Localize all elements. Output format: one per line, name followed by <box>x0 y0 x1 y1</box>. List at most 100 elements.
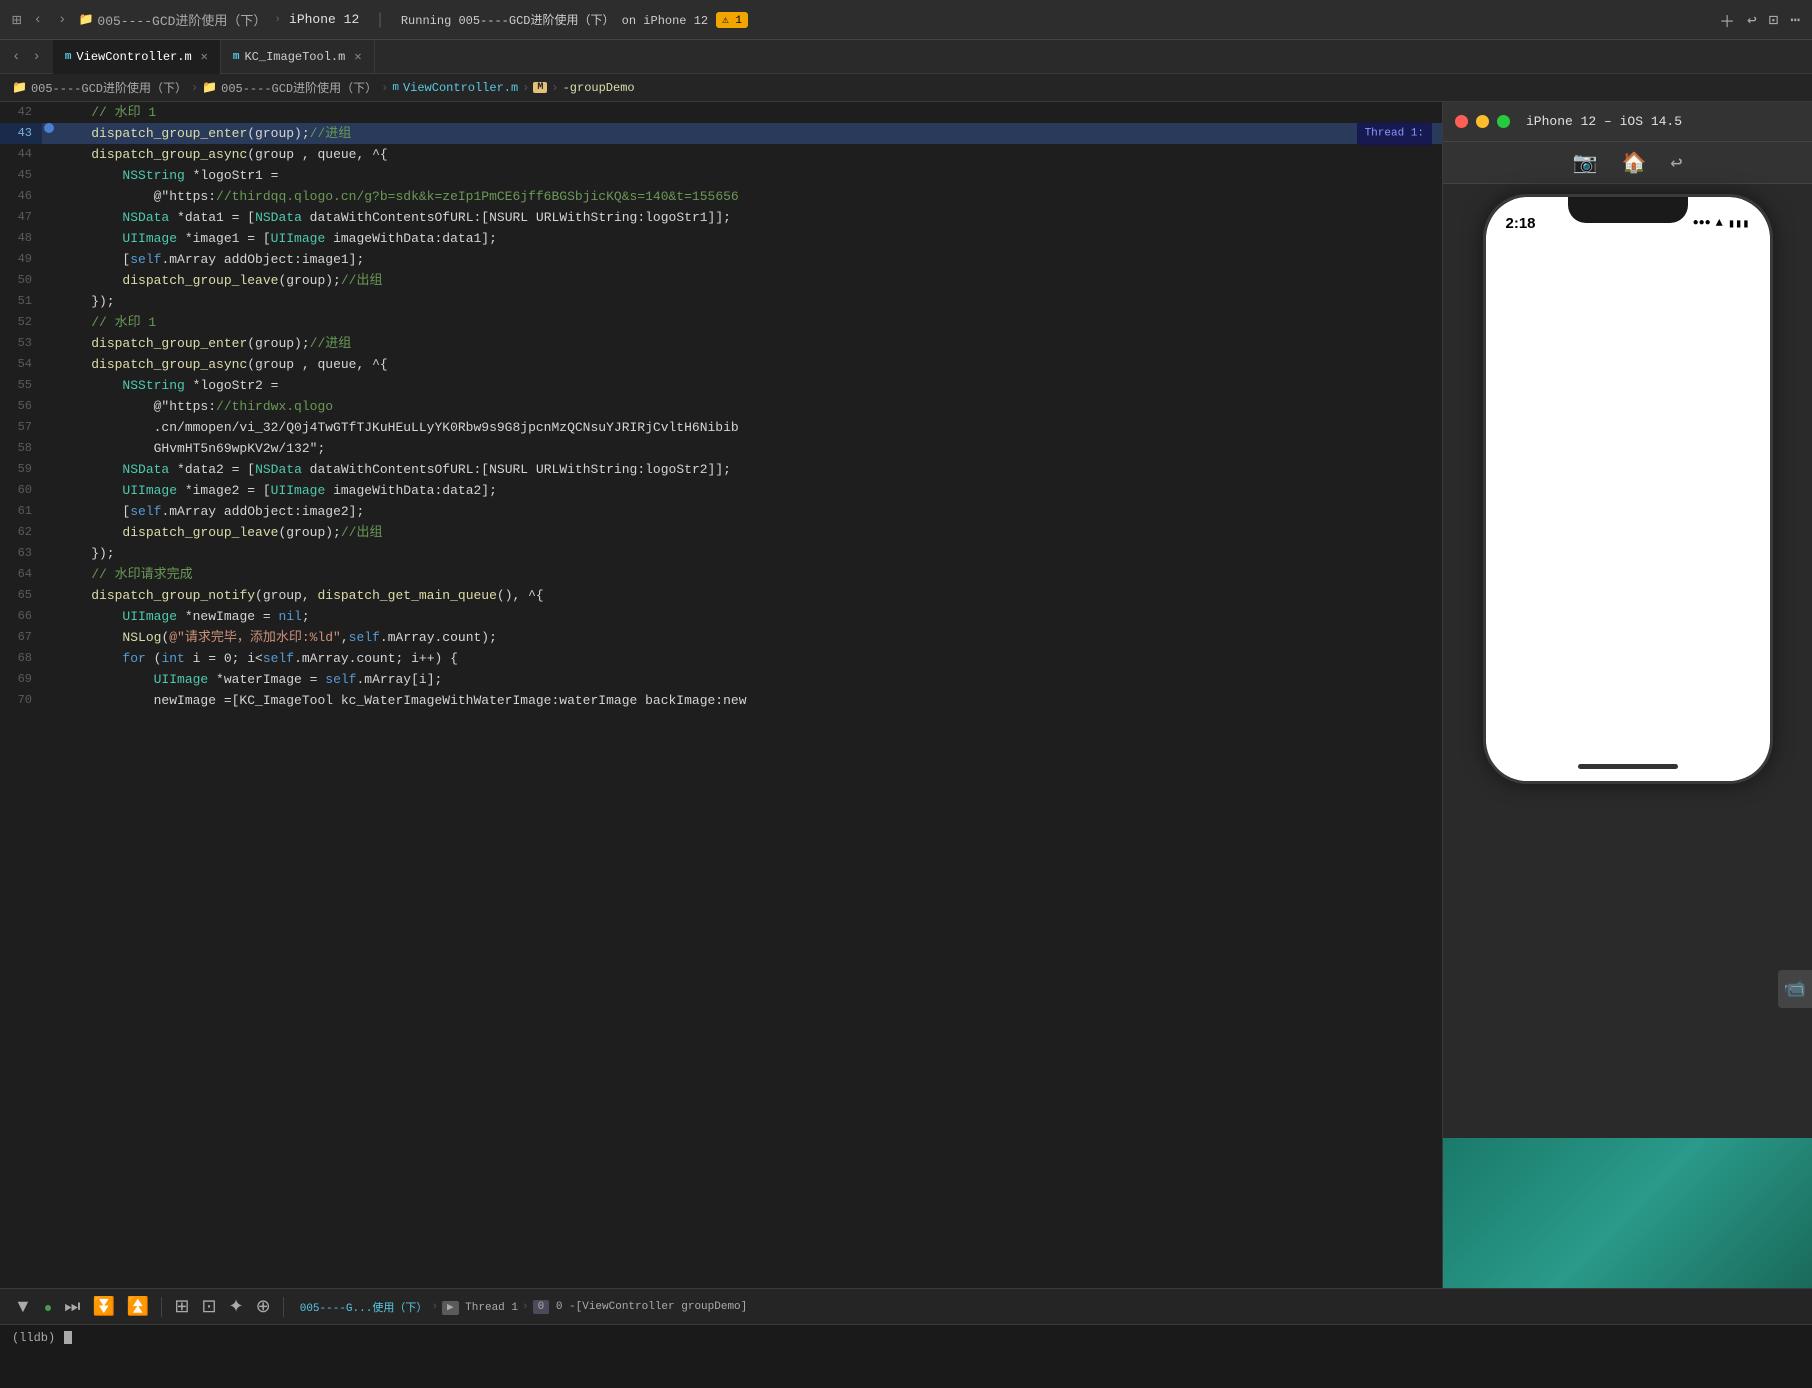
code-line-50[interactable]: 50 dispatch_group_leave(group);//出组 <box>0 270 1442 291</box>
tab-close-1[interactable]: ✕ <box>201 49 208 64</box>
tab-kcimagetool[interactable]: m KC_ImageTool.m ✕ <box>221 40 375 74</box>
line-content-69: UIImage *waterImage = self.mArray[i]; <box>56 669 1442 690</box>
debug-sep-1 <box>161 1297 162 1317</box>
code-line-67[interactable]: 67 NSLog(@"请求完毕，添加水印:%ld",self.mArray.co… <box>0 627 1442 648</box>
debug-step-over-btn[interactable]: ⏭ <box>60 1294 84 1319</box>
line-number-59: 59 <box>0 459 42 480</box>
minimize-button[interactable] <box>1476 115 1489 128</box>
line-content-64: // 水印请求完成 <box>56 564 1442 585</box>
iphone-screen: 2:18 ●●● ▲ ▮▮▮ <box>1486 197 1770 781</box>
debug-console[interactable]: (lldb) <box>0 1325 1812 1388</box>
sim-bottom-image <box>1443 1138 1812 1288</box>
code-line-55[interactable]: 55 NSString *logoStr2 = <box>0 375 1442 396</box>
code-line-57[interactable]: 57 .cn/mmopen/vi_32/Q0j4TwGTfTJKuHEuLLyY… <box>0 417 1442 438</box>
breadcrumb-project: 📁 005----GCD进阶使用（下） <box>78 10 266 29</box>
line-number-48: 48 <box>0 228 42 249</box>
code-line-56[interactable]: 56 @"https://thirdwx.qlogo <box>0 396 1442 417</box>
line-number-57: 57 <box>0 417 42 438</box>
code-line-64[interactable]: 64 // 水印请求完成 <box>0 564 1442 585</box>
debug-breadcrumb: 005----G...使用（下） › ▶ Thread 1 › 0 0 -[Vi… <box>300 1299 1802 1315</box>
more-icon[interactable]: ⋯ <box>1790 10 1800 30</box>
debug-locate-btn[interactable]: ✦ <box>225 1294 248 1319</box>
line-content-58: GHvmHT5n69wpKV2w/132"; <box>56 438 1442 459</box>
code-line-61[interactable]: 61 [self.mArray addObject:image2]; <box>0 501 1442 522</box>
debug-view-btn[interactable]: ⊞ <box>170 1294 193 1319</box>
line-content-47: NSData *data1 = [NSData dataWithContents… <box>56 207 1442 228</box>
debug-hide-btn[interactable]: ▼ <box>10 1294 36 1319</box>
line-number-50: 50 <box>0 270 42 291</box>
code-line-43[interactable]: 43 dispatch_group_enter(group);//进组Threa… <box>0 123 1442 144</box>
code-line-66[interactable]: 66 UIImage *newImage = nil; <box>0 606 1442 627</box>
screenshot-icon[interactable]: 📷 <box>1573 150 1598 176</box>
line-content-54: dispatch_group_async(group , queue, ^{ <box>56 354 1442 375</box>
bc-class-badge: M <box>533 82 547 93</box>
code-line-68[interactable]: 68 for (int i = 0; i<self.mArray.count; … <box>0 648 1442 669</box>
sim-body: 2:18 ●●● ▲ ▮▮▮ <box>1443 184 1812 1138</box>
code-line-70[interactable]: 70 newImage =[KC_ImageTool kc_WaterImage… <box>0 690 1442 711</box>
line-content-55: NSString *logoStr2 = <box>56 375 1442 396</box>
bc-project-1[interactable]: 005----GCD进阶使用（下） <box>31 79 187 96</box>
code-line-48[interactable]: 48 UIImage *image1 = [UIImage imageWithD… <box>0 228 1442 249</box>
code-line-47[interactable]: 47 NSData *data1 = [NSData dataWithConte… <box>0 207 1442 228</box>
video-call-icon[interactable]: 📹 <box>1778 970 1812 1008</box>
home-bar-indicator <box>1578 764 1678 769</box>
warning-badge[interactable]: ⚠ 1 <box>716 12 748 28</box>
code-line-45[interactable]: 45 NSString *logoStr1 = <box>0 165 1442 186</box>
code-line-58[interactable]: 58 GHvmHT5n69wpKV2w/132"; <box>0 438 1442 459</box>
tab-close-2[interactable]: ✕ <box>354 49 361 64</box>
tab-nav-forward[interactable]: › <box>28 47 44 67</box>
line-content-66: UIImage *newImage = nil; <box>56 606 1442 627</box>
bc-filename[interactable]: ViewController.m <box>403 81 518 95</box>
code-line-51[interactable]: 51 }); <box>0 291 1442 312</box>
debug-step-in-btn[interactable]: ⏬ <box>89 1294 119 1319</box>
simulator-title: iPhone 12 – iOS 14.5 <box>1526 114 1682 129</box>
code-line-52[interactable]: 52 // 水印 1 <box>0 312 1442 333</box>
simulator-panel: iPhone 12 – iOS 14.5 📷 🏠 ↩ 2:18 ●●● ▲ ▮▮… <box>1442 102 1812 1288</box>
home-icon[interactable]: 🏠 <box>1621 150 1646 176</box>
line-number-51: 51 <box>0 291 42 312</box>
code-line-42[interactable]: 42 // 水印 1 <box>0 102 1442 123</box>
iphone-content <box>1486 241 1770 751</box>
debug-step-out-btn[interactable]: ⏫ <box>123 1294 153 1319</box>
line-content-63: }); <box>56 543 1442 564</box>
line-content-56: @"https://thirdwx.qlogo <box>56 396 1442 417</box>
code-line-62[interactable]: 62 dispatch_group_leave(group);//出组 <box>0 522 1442 543</box>
debug-mem-btn[interactable]: ⊡ <box>197 1294 220 1319</box>
tab-viewcontroller[interactable]: m ViewController.m ✕ <box>53 40 221 74</box>
code-line-54[interactable]: 54 dispatch_group_async(group , queue, ^… <box>0 354 1442 375</box>
code-line-63[interactable]: 63 }); <box>0 543 1442 564</box>
code-line-44[interactable]: 44 dispatch_group_async(group , queue, ^… <box>0 144 1442 165</box>
code-line-60[interactable]: 60 UIImage *image2 = [UIImage imageWithD… <box>0 480 1442 501</box>
line-content-52: // 水印 1 <box>56 312 1442 333</box>
code-area[interactable]: 42 // 水印 143 dispatch_group_enter(group)… <box>0 102 1442 1288</box>
debug-run-btn[interactable]: ● <box>40 1297 56 1317</box>
redo-icon[interactable]: ↩ <box>1747 10 1757 30</box>
rotate-icon[interactable]: ↩ <box>1670 150 1682 176</box>
line-number-42: 42 <box>0 102 42 123</box>
bc-project-2[interactable]: 005----GCD进阶使用（下） <box>221 79 377 96</box>
code-line-46[interactable]: 46 @"https://thirdqq.qlogo.cn/g?b=sdk&k=… <box>0 186 1442 207</box>
code-line-69[interactable]: 69 UIImage *waterImage = self.mArray[i]; <box>0 669 1442 690</box>
close-button[interactable] <box>1455 115 1468 128</box>
debug-add-expr-btn[interactable]: ⊕ <box>252 1294 275 1319</box>
line-number-55: 55 <box>0 375 42 396</box>
code-line-53[interactable]: 53 dispatch_group_enter(group);//进组 <box>0 333 1442 354</box>
bc-method[interactable]: -groupDemo <box>563 81 635 95</box>
maximize-button[interactable] <box>1497 115 1510 128</box>
nav-forward-icon[interactable]: › <box>54 10 70 30</box>
breakpoint-43 <box>44 123 54 133</box>
iphone-vol-down <box>1483 322 1486 357</box>
iphone-home-bar <box>1486 751 1770 781</box>
code-line-49[interactable]: 49 [self.mArray addObject:image1]; <box>0 249 1442 270</box>
layout-icon[interactable]: ⊡ <box>1769 10 1779 30</box>
breadcrumb-sep-1: › <box>274 14 281 26</box>
line-number-43: 43 <box>0 123 42 144</box>
line-number-65: 65 <box>0 585 42 606</box>
add-icon[interactable]: ＋ <box>1719 8 1735 32</box>
code-line-59[interactable]: 59 NSData *data2 = [NSData dataWithConte… <box>0 459 1442 480</box>
code-line-65[interactable]: 65 dispatch_group_notify(group, dispatch… <box>0 585 1442 606</box>
nav-back-icon[interactable]: ‹ <box>30 10 46 30</box>
tab-nav-back[interactable]: ‹ <box>8 47 24 67</box>
iphone-frame[interactable]: 2:18 ●●● ▲ ▮▮▮ <box>1483 194 1773 784</box>
grid-icon[interactable]: ⊞ <box>12 10 22 30</box>
